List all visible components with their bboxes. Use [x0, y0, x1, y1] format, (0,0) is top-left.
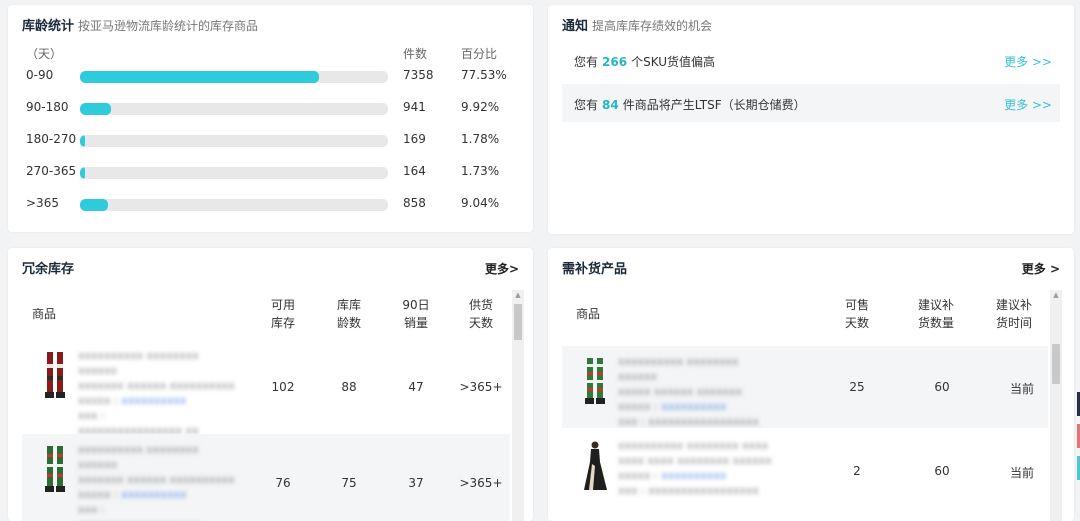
supply-days-cell: >365+	[459, 476, 503, 490]
age-range-label: >365	[26, 196, 59, 210]
age-row: >365 858 9.04%	[8, 196, 533, 216]
age-range-label: 270-365	[26, 164, 77, 178]
inventory-age-subtitle: 按亚马逊物流库龄统计的库存商品	[78, 19, 259, 33]
stock-age-cell: 88	[341, 380, 357, 394]
days-unit-label: （天）	[26, 47, 63, 61]
age-progress-bar	[80, 71, 388, 83]
product-info-blurred: xxxxxxxxxx xxxxxxxx xxxx xxxx xxxx xxxxx…	[618, 439, 772, 497]
age-progress-fill	[80, 167, 86, 179]
product-info-blurred: xxxxxxxxxx xxxxxxxx xxxxxx xxxxxxx xxxxx…	[78, 349, 235, 437]
product-header: 商品	[576, 307, 601, 321]
age-range-label: 180-270	[26, 132, 77, 146]
available-stock-cell: 76	[275, 476, 291, 490]
age-percent: 1.73%	[461, 164, 500, 178]
suggested-time-header: 建议补 货时间	[995, 298, 1032, 330]
age-row: 270-365 164 1.73%	[8, 164, 533, 184]
redundant-scrollbar[interactable]: ▲	[512, 290, 524, 521]
scroll-up-icon[interactable]: ▲	[1050, 290, 1062, 300]
suggested-qty-header: 建议补 货数量	[917, 298, 954, 330]
redundant-inventory-title: 冗余库存	[22, 262, 75, 277]
age-progress-fill	[80, 103, 111, 115]
age-range-label: 0-90	[26, 68, 54, 82]
product-thumbnail	[45, 446, 65, 492]
notice-item: 您有 84 件商品将产生LTSF（长期仓储费） 更多 >>	[562, 84, 1060, 122]
notice-subtitle: 提高库库存绩效的机会	[592, 19, 713, 33]
sellable-days-cell: 2	[853, 464, 861, 478]
age-count: 169	[403, 132, 426, 146]
sales-90d-header: 90日 销量	[402, 298, 430, 330]
stock-age-header: 库库 龄数	[336, 298, 361, 330]
product-thumbnail	[45, 352, 65, 398]
restock-more-link[interactable]: 更多 >	[1022, 260, 1060, 277]
notice-item: 您有 266 个SKU货值偏高 更多 >>	[574, 53, 1052, 70]
scrollbar-thumb[interactable]	[514, 304, 522, 340]
age-count: 941	[403, 100, 426, 114]
product-info-blurred: xxxxxxxxxx xxxxxxxx xxxxxx xxxxxxx xxxxx…	[78, 443, 235, 521]
suggested-time-cell: 当前	[1009, 466, 1034, 480]
age-count: 164	[403, 164, 426, 178]
sales-90d-cell: 47	[408, 380, 424, 394]
inventory-age-card: 库龄统计 按亚马逊物流库龄统计的库存商品 （天） 件数 百分比 0-90 7358…	[8, 5, 533, 232]
age-row: 90-180 941 9.92%	[8, 100, 533, 120]
sellable-days-cell: 25	[849, 380, 865, 394]
table-row[interactable]: xxxxxxxxxx xxxxxxxx xxxxxx xxxxx xxxxxx …	[562, 346, 1048, 428]
restock-products-card: 需补货产品 更多 > 商品 可售 天数 建议补 货数量 建议补 货时间 xxxxxxx…	[548, 248, 1074, 521]
product-thumbnail	[584, 441, 607, 490]
age-percent: 9.04%	[461, 196, 500, 210]
percent-header: 百分比	[461, 47, 498, 61]
notice-count: 266	[602, 55, 628, 69]
scrollbar-thumb[interactable]	[1052, 344, 1060, 384]
available-stock-cell: 102	[271, 380, 295, 394]
notice-count: 84	[602, 98, 619, 112]
stock-age-cell: 75	[341, 476, 357, 490]
age-percent: 1.78%	[461, 132, 500, 146]
age-range-label: 90-180	[26, 100, 69, 114]
age-progress-bar	[80, 199, 388, 211]
count-header: 件数	[403, 47, 428, 61]
sales-90d-cell: 37	[408, 476, 424, 490]
restock-products-title: 需补货产品	[562, 262, 628, 277]
age-count: 858	[403, 196, 426, 210]
redundant-more-link[interactable]: 更多>	[485, 260, 519, 277]
supply-days-header: 供货 天数	[468, 298, 493, 330]
notice-card: 通知 提高库库存绩效的机会 您有 266 个SKU货值偏高 更多 >> 您有 84 件商品…	[548, 5, 1074, 234]
age-progress-bar	[80, 103, 388, 115]
notice-more-link[interactable]: 更多 >>	[1004, 96, 1052, 113]
age-percent: 77.53%	[461, 68, 507, 82]
age-row: 180-270 169 1.78%	[8, 132, 533, 152]
sellable-days-header: 可售 天数	[844, 298, 869, 330]
age-progress-fill	[80, 199, 108, 211]
age-count: 7358	[403, 68, 434, 82]
suggested-qty-cell: 60	[934, 380, 950, 394]
available-stock-header: 可用 库存	[270, 298, 295, 330]
notice-title: 通知 提高库库存绩效的机会	[562, 19, 713, 34]
product-info-blurred: xxxxxxxxxx xxxxxxxx xxxxxx xxxxx xxxxxx …	[618, 355, 759, 428]
scroll-up-icon[interactable]: ▲	[512, 290, 524, 300]
product-thumbnail	[585, 358, 605, 404]
age-row: 0-90 7358 77.53%	[8, 68, 533, 88]
age-progress-fill	[80, 135, 86, 147]
supply-days-cell: >365+	[459, 380, 503, 394]
table-row[interactable]: xxxxxxxxxx xxxxxxxx xxxxxx xxxxxxx xxxxx…	[22, 434, 510, 521]
notice-more-link[interactable]: 更多 >>	[1004, 53, 1052, 70]
age-progress-bar	[80, 167, 388, 179]
age-progress-bar	[80, 135, 388, 147]
restock-scrollbar[interactable]: ▲	[1050, 290, 1062, 521]
inventory-age-title: 库龄统计 按亚马逊物流库龄统计的库存商品	[22, 19, 259, 34]
redundant-inventory-card: 冗余库存 更多> 商品 可用 库存 库库 龄数 90日 销量 供货 天数 xxxxxxx…	[8, 248, 533, 521]
table-row[interactable]: xxxxxxxxxx xxxxxxxx xxxx xxxx xxxx xxxxx…	[562, 430, 1048, 512]
product-header: 商品	[32, 307, 57, 321]
suggested-qty-cell: 60	[934, 464, 950, 478]
table-row[interactable]: xxxxxxxxxx xxxxxxxx xxxxxx xxxxxxx xxxxx…	[22, 340, 510, 437]
suggested-time-cell: 当前	[1009, 382, 1034, 396]
age-progress-fill	[80, 71, 319, 83]
age-percent: 9.92%	[461, 100, 500, 114]
